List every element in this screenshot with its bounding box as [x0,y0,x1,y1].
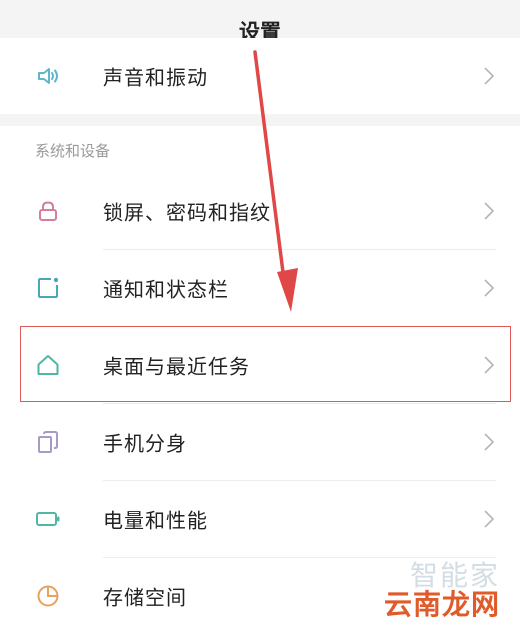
chevron-right-icon [484,202,495,220]
chevron-right-icon [484,356,495,374]
chevron-right-icon [484,67,495,85]
settings-item-label: 锁屏、密码和指纹 [103,200,271,225]
storage-icon [37,585,59,607]
settings-item-label: 桌面与最近任务 [103,354,250,379]
notification-icon [38,277,59,298]
settings-item-battery[interactable]: 电量和性能 [0,481,520,557]
section-gap [0,114,520,126]
settings-item-dual-apps[interactable]: 手机分身 [0,404,520,480]
speaker-icon [38,68,58,84]
settings-item-label: 通知和状态栏 [103,277,229,302]
dual-app-icon [38,431,58,453]
settings-item-notification[interactable]: 通知和状态栏 [0,250,520,326]
lock-icon [39,201,57,221]
chevron-right-icon [484,433,495,451]
settings-item-label: 电量和性能 [103,508,208,533]
battery-icon [36,512,60,526]
watermark: 智能家 云南龙网 [384,562,500,620]
watermark-text-top: 智能家 [409,559,500,592]
settings-item-home-recents[interactable]: 桌面与最近任务 [0,327,520,403]
watermark-text-bottom: 云南龙网 [383,588,500,621]
settings-item-label: 声音和振动 [103,65,208,90]
section-title-system: 系统和设备 [35,142,111,160]
settings-item-sound[interactable]: 声音和振动 [0,38,520,114]
chevron-right-icon [484,510,495,528]
settings-item-lockscreen[interactable]: 锁屏、密码和指纹 [0,173,520,249]
settings-item-label: 存储空间 [103,585,187,610]
home-icon [37,355,59,375]
chevron-right-icon [484,279,495,297]
settings-item-label: 手机分身 [103,431,187,456]
